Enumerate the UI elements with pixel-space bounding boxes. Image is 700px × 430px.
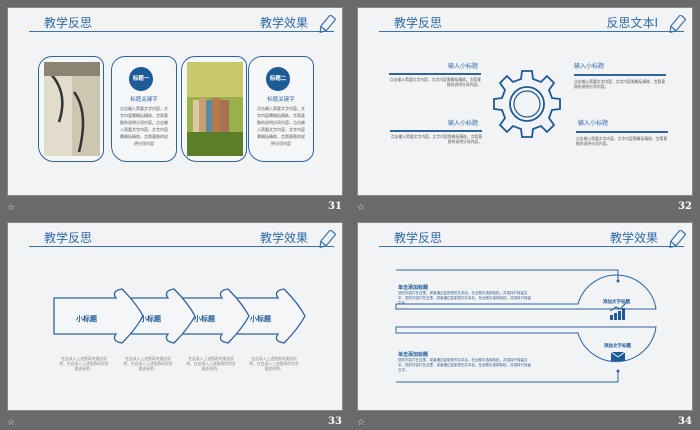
text-card-2: 标题二 标题关键字 点击输入简要文字内容，文字内容需概括精炼，言简意赅的说明分项… — [248, 56, 314, 162]
block-body: 您的内容打在这里，或者通过复制您的文本后，在此框中选择粘贴，并选择只保留文字。您… — [398, 291, 531, 305]
slide-thumbnail-32[interactable]: 教学反思 反思文本I 输入小标题 点击输入简要文字内容，文字内容需概括精炼，言简… — [357, 7, 693, 196]
arrow-label: 小标题 — [76, 315, 97, 323]
animation-star-icon[interactable]: ☆ — [357, 418, 365, 428]
animation-star-icon[interactable]: ☆ — [357, 203, 365, 213]
animation-star-icon[interactable]: ☆ — [7, 418, 15, 428]
photo-card-glasses — [38, 56, 104, 162]
envelope-icon — [610, 351, 626, 361]
gear-icon — [493, 70, 561, 138]
slide-title-left: 教学反思 — [394, 16, 443, 30]
slide-number: 32 — [678, 201, 692, 212]
item-divider — [389, 73, 481, 75]
split-circle-diagram — [395, 269, 657, 383]
block-heading: 单击添加标题 — [398, 285, 429, 291]
slide-number: 31 — [328, 201, 342, 212]
header-divider — [29, 31, 334, 32]
slide-title-right: 教学效果 — [259, 16, 308, 30]
arrow-process — [53, 288, 306, 344]
item-divider — [390, 130, 482, 132]
arrow-label: 小标题 — [250, 315, 271, 323]
item-title: 输入小标题 — [448, 63, 479, 70]
animation-star-icon[interactable]: ☆ — [7, 203, 15, 213]
pencil-icon — [319, 15, 336, 34]
circle-label: 添加文字标题 — [604, 344, 631, 349]
header-divider — [379, 31, 684, 32]
arrow-description: 在此录入上述图表的描述说明，在此录入上述图表的综合描述说明。 — [123, 356, 173, 371]
slide-number: 33 — [328, 416, 342, 427]
card-subtitle: 标题关键字 — [267, 97, 295, 103]
item-title: 输入小标题 — [448, 120, 479, 127]
card-subtitle: 标题关键字 — [130, 97, 158, 103]
block-heading: 单击添加标题 — [398, 352, 429, 358]
item-body: 点击输入简要文字内容，文字内容需概括精炼，言简意赅的说明分项内容。 — [574, 79, 666, 89]
item-divider — [576, 131, 668, 133]
arrow-description: 在此录入上述图表的描述说明，在此录入上述图表的综合描述说明。 — [249, 356, 299, 371]
arrow-description: 在此录入上述图表的描述说明，在此录入上述图表的综合描述说明。 — [186, 356, 236, 371]
photo-card-books — [181, 56, 247, 162]
arrow-label: 小标题 — [194, 315, 215, 323]
glasses-book-photo — [44, 62, 100, 156]
arrow-shape-1 — [53, 288, 144, 344]
arrow-label: 小标题 — [140, 315, 161, 323]
item-divider — [574, 74, 666, 76]
item-title: 输入小标题 — [578, 120, 609, 127]
pencil-icon — [669, 15, 686, 34]
item-title: 输入小标题 — [574, 63, 605, 70]
slide-title-left: 教学反思 — [44, 16, 93, 30]
card-body: 点击输入简要文字内容，文字内容需概括精炼，言简意赅的说明分项内容。点击输入简要文… — [120, 106, 168, 146]
block-body: 您的内容打在这里，或者通过复制您的文本后，在此框中选择粘贴，并选择只保留文字。您… — [398, 358, 531, 372]
card-badge: 标题一 — [129, 67, 153, 91]
text-card-1: 标题一 标题关键字 点击输入简要文字内容，文字内容需概括精炼，言简意赅的说明分项… — [111, 56, 177, 162]
item-body: 点击输入简要文字内容，文字内容需概括精炼，言简意赅的说明分项内容。 — [576, 136, 668, 146]
slide-thumbnail-34[interactable]: 教学反思 教学效果 单击添加标题 您的内容打在这里，或者通过复制您的文本后，在此… — [357, 222, 693, 411]
slide-number: 34 — [678, 416, 692, 427]
books-grass-photo — [187, 62, 243, 156]
card-badge: 标题二 — [266, 67, 290, 91]
circle-label: 添加文字标题 — [603, 300, 630, 305]
chart-icon — [609, 302, 627, 320]
arrow-description: 在此录入上述图表的描述说明，在此录入上述图表的综合描述说明。 — [59, 356, 109, 371]
item-body: 点击输入简要文字内容，文字内容需概括精炼，言简意赅的说明分项内容。 — [389, 77, 481, 87]
slide-thumbnail-31[interactable]: 教学反思 教学效果 标题一 标题关键字 点击输入简要文字内容，文字内容需概括精炼… — [7, 7, 343, 196]
slide-thumbnail-33[interactable]: 教学反思 教学效果 小标题 小标题 小标题 小标题 在此录入上述图表的描述说明，… — [7, 222, 343, 411]
card-body: 点击输入简要文字内容，文字内容需概括精炼，言简意赅的说明分项内容。点击输入简要文… — [257, 106, 305, 146]
slide-title-right: 反思文本I — [606, 16, 658, 30]
item-body: 点击输入简要文字内容，文字内容需概括精炼，言简意赅的说明分项内容。 — [390, 134, 482, 144]
